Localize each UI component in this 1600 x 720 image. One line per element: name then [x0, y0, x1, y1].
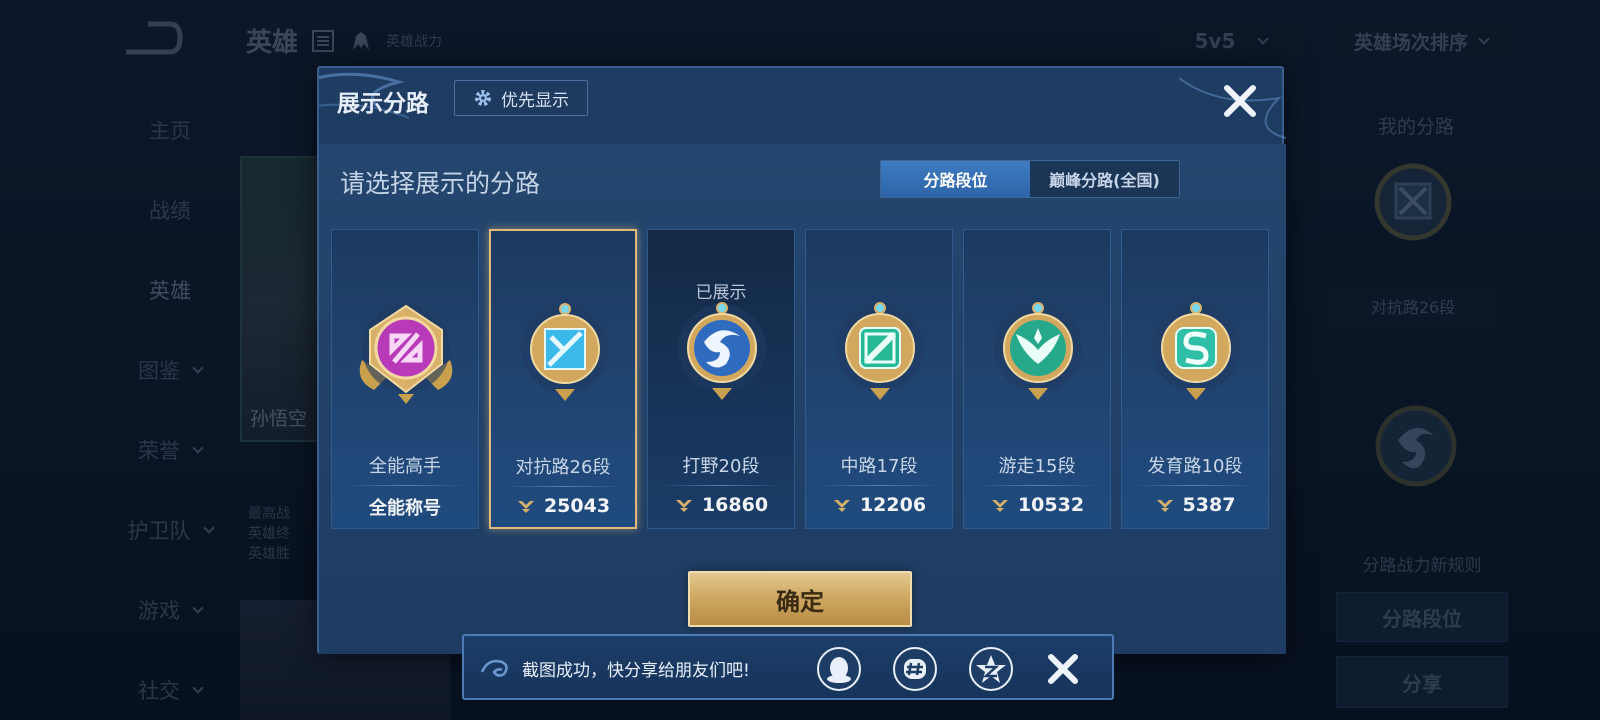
lane-card-score: 12206 — [806, 494, 952, 516]
mode-select-value: 5v5 — [1194, 29, 1236, 53]
divider — [818, 485, 940, 486]
toast-message: 截图成功，快分享给朋友们吧! — [522, 661, 750, 681]
my-lane-title: 我的分路 — [1378, 116, 1455, 138]
lane-card-name: 全能高手 — [369, 456, 441, 477]
modal-title: 展示分路 — [337, 91, 429, 117]
lane-card-jungle[interactable]: 已展示 打野20段 16860 — [647, 229, 795, 529]
lane-card-name: 中路17段 — [840, 456, 918, 477]
priority-display-label: 优先显示 — [501, 90, 569, 111]
power-icon — [517, 501, 534, 513]
hero-portrait-card[interactable] — [240, 156, 326, 442]
power-icon — [1156, 500, 1173, 512]
hero-name: 孙悟空 — [250, 408, 308, 430]
tab-lane-rank[interactable]: 分路段位 — [881, 161, 1030, 197]
all-round-emblem-icon — [359, 304, 453, 404]
lane-card-name: 发育路10段 — [1147, 456, 1243, 477]
list-icon[interactable] — [310, 28, 336, 54]
sort-select[interactable]: 英雄场次排序 — [1330, 22, 1512, 60]
divider — [976, 485, 1098, 486]
lane-card-score: 10532 — [964, 494, 1110, 516]
cloud-swirl-icon — [480, 659, 508, 677]
chevron-down-icon — [192, 362, 204, 374]
mode-select[interactable]: 5v5 — [1158, 22, 1304, 60]
lane-card-mid-lane[interactable]: 中路17段 12206 — [805, 229, 953, 529]
power-icon — [675, 500, 692, 512]
lane-rank-button[interactable]: 分路段位 — [1336, 592, 1508, 642]
close-icon[interactable] — [1219, 80, 1261, 122]
qq-icon[interactable] — [816, 646, 862, 692]
lane-card-name: 打野20段 — [682, 456, 760, 477]
chevron-down-icon — [202, 522, 215, 534]
select-lane-prompt: 请选择展示的分路 — [340, 169, 541, 198]
sidebar-item-heroes[interactable]: 英雄 — [110, 250, 230, 330]
sidebar-item-social[interactable]: 社交 — [110, 650, 230, 720]
sort-select-value: 英雄场次排序 — [1353, 31, 1468, 54]
lane-card-name: 游走15段 — [998, 456, 1076, 477]
back-arrow-icon[interactable] — [118, 18, 184, 58]
sidebar-item-records[interactable]: 战绩 — [110, 170, 230, 250]
lane-card-farm-lane[interactable]: 发育路10段 5387 — [1121, 229, 1269, 529]
sidebar-item-honor[interactable]: 荣誉 — [110, 410, 230, 490]
hero-power-label: 英雄战力 — [386, 33, 443, 50]
sidebar-item-home[interactable]: 主页 — [110, 90, 230, 170]
hero-info: 最高战 英雄终 英雄胜 — [248, 506, 290, 562]
chevron-down-icon — [1478, 33, 1490, 45]
lane-card-score: 25043 — [491, 495, 635, 517]
page-header: 英雄 英雄战力 — [246, 22, 442, 59]
sidebar-item-codex[interactable]: 图鉴 — [110, 330, 230, 410]
gear-icon — [475, 90, 491, 106]
lane-card-clash-lane[interactable]: 对抗路26段 25043 — [489, 229, 637, 529]
chevron-down-icon — [192, 682, 204, 694]
qzone-icon[interactable] — [968, 646, 1014, 692]
lane-card-roam[interactable]: 游走15段 10532 — [963, 229, 1111, 529]
sidebar: 主页 战绩 英雄 图鉴 荣誉 护卫队 游戏 社交 — [110, 90, 230, 720]
clash-lane-emblem-icon — [521, 303, 609, 401]
lane-card-name: 对抗路26段 — [515, 457, 611, 478]
chevron-down-icon — [192, 442, 204, 454]
confirm-button[interactable]: 确定 — [688, 571, 912, 627]
divider — [1134, 485, 1256, 486]
power-icon — [991, 500, 1008, 512]
divider — [660, 485, 782, 486]
farm-lane-emblem-icon — [1152, 302, 1240, 400]
hero-power-icon[interactable] — [348, 28, 374, 54]
wechat-moments-icon[interactable] — [892, 646, 938, 692]
power-icon — [833, 500, 850, 512]
page-title: 英雄 — [246, 28, 299, 58]
lane-card-all-round[interactable]: 全能高手 全能称号 — [331, 229, 479, 529]
clash-lane-emblem-icon — [1374, 163, 1452, 241]
lane-power-rules-link[interactable]: 分路战力新规则 — [1336, 545, 1508, 581]
sidebar-item-games[interactable]: 游戏 — [110, 570, 230, 650]
priority-display-button[interactable]: 优先显示 — [454, 80, 588, 116]
lane-card-subtitle: 全能称号 — [369, 498, 441, 519]
roam-wings-emblem-icon — [994, 302, 1082, 400]
lane-card-score: 16860 — [648, 494, 794, 516]
chevron-down-icon — [1257, 33, 1270, 45]
chevron-down-icon — [192, 602, 204, 614]
screenshot-share-toast: 截图成功，快分享给朋友们吧! — [462, 634, 1114, 700]
sidebar-item-guards[interactable]: 护卫队 — [110, 490, 230, 570]
share-button[interactable]: 分享 — [1336, 656, 1508, 708]
tab-peak-lane-national[interactable]: 巅峰分路(全国) — [1030, 161, 1179, 197]
lane-card-list: 全能高手 全能称号 对抗路26段 25043 已展示 打野20段 16860 中… — [331, 229, 1269, 529]
jungle-dragon-emblem-icon — [678, 302, 766, 400]
my-lane-rank: 对抗路26段 — [1328, 286, 1498, 326]
close-icon[interactable] — [1044, 650, 1082, 688]
lane-tab-switch: 分路段位 巅峰分路(全国) — [880, 160, 1180, 198]
divider — [344, 485, 466, 486]
mid-lane-emblem-icon — [836, 302, 924, 400]
jungle-dragon-emblem-icon — [1375, 405, 1457, 487]
divider — [503, 486, 623, 487]
lane-card-score: 5387 — [1122, 494, 1268, 516]
